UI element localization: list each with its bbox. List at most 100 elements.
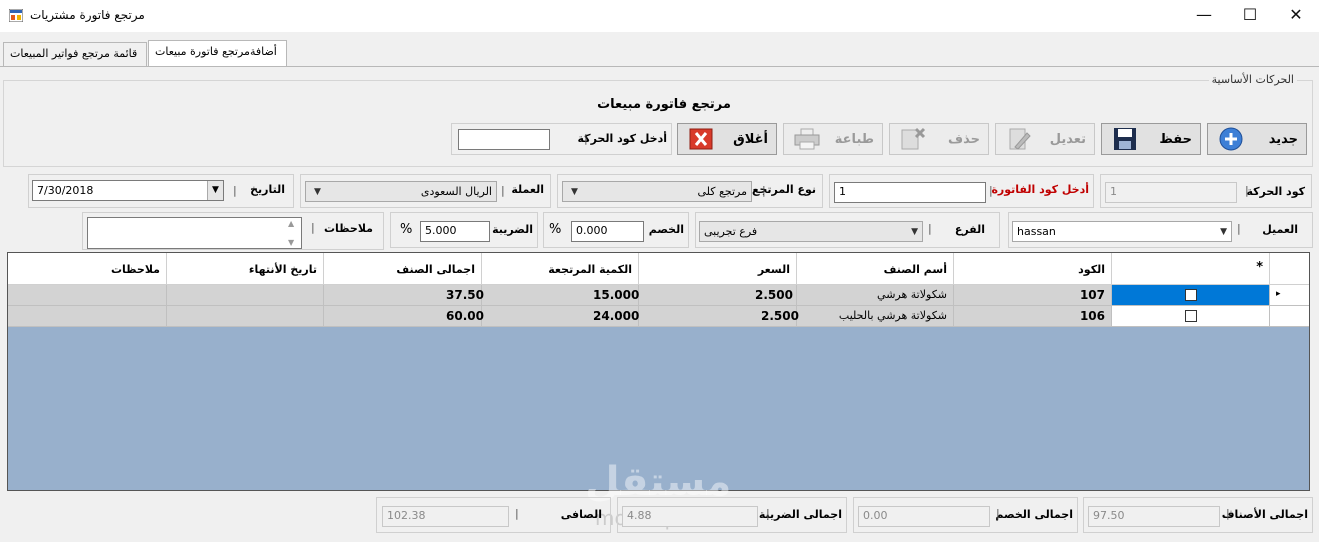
customer-label: العميل (1262, 223, 1298, 236)
save-button[interactable]: حفظ (1101, 123, 1201, 155)
column-header-price[interactable]: السعر (639, 253, 797, 285)
branch-select[interactable]: فرع تجريبى ▼ (699, 221, 923, 242)
return-type-select[interactable]: ▼ مرتجع كلى (562, 181, 752, 202)
net-total-field: 102.38 (382, 506, 509, 527)
invoice-code-label: أدخل كود الفاتورة (991, 183, 1089, 196)
table-row-checkbox-cell[interactable] (1112, 285, 1270, 306)
close-form-button[interactable]: أغلاق (677, 123, 777, 155)
notes-textarea[interactable] (87, 217, 302, 249)
separator: | (762, 184, 766, 197)
currency-panel: العملة | ▼ الريال السعودى (300, 174, 551, 208)
cell-returned-qty[interactable]: 15.000 (482, 285, 639, 306)
cell-returned-qty-value: 15.000 (593, 288, 640, 302)
invoice-code-panel: أدخل كود الفاتورة | 1 (829, 174, 1094, 208)
calendar-dropdown-icon[interactable]: ▼ (207, 181, 223, 200)
return-type-value: مرتجع كلى (697, 185, 747, 198)
notes-panel: ملاحظات | ▲ ▼ (82, 212, 384, 250)
column-header-returned-qty[interactable]: الكمية المرتجعة (482, 253, 639, 285)
tax-total-field: 4.88 (622, 506, 758, 527)
new-button-label: جديد (1268, 131, 1298, 147)
branch-label: الفرع (954, 223, 985, 236)
app-window: مرتجع فاتورة مشتريات — ☐ ✕ قائمة مرتجع ف… (0, 0, 1319, 542)
maximize-button[interactable]: ☐ (1227, 0, 1273, 32)
separator: | (928, 222, 932, 235)
discount-total-label: اجمالى الخصم (995, 508, 1073, 521)
cell-price[interactable]: 2.500 (639, 306, 799, 327)
chevron-down-icon: ▼ (1220, 226, 1227, 237)
column-header-expiry-date[interactable]: تاريخ الأنتهاء (167, 253, 324, 285)
currency-select[interactable]: ▼ الريال السعودى (305, 181, 497, 202)
cell-returned-qty[interactable]: 24.000 (482, 306, 639, 327)
separator: | (515, 507, 519, 520)
title-bar: مرتجع فاتورة مشتريات — ☐ ✕ (0, 0, 1319, 32)
plus-icon (1216, 127, 1246, 151)
column-header-notes[interactable]: ملاحظات (8, 253, 167, 285)
print-button-label: طباعة (834, 131, 874, 147)
delete-button[interactable]: حذف (889, 123, 989, 155)
table-row-checkbox-cell[interactable] (1112, 306, 1270, 327)
cell-item-name[interactable]: شكولاتة هرشي بالحليب (797, 306, 954, 327)
tax-total-panel: اجمالى الضريبة | 4.88 (617, 497, 847, 533)
cell-code[interactable]: 107 (954, 285, 1112, 306)
separator: | (501, 184, 505, 197)
discount-input[interactable]: 0.000 (571, 221, 644, 242)
movement-code-field: 1 (1105, 182, 1237, 203)
customer-panel: العميل | hassan ▼ (1008, 212, 1313, 248)
separator: | (1226, 507, 1230, 520)
form-title: مرتجع فاتورة مبيعات (597, 97, 731, 112)
column-header-code[interactable]: الكود (954, 253, 1112, 285)
date-picker[interactable]: 7/30/2018 ▼ (32, 180, 224, 201)
close-window-button[interactable]: ✕ (1273, 0, 1319, 32)
date-label: التاريخ (250, 183, 285, 196)
movement-code-panel: كود الحركة | 1 (1100, 174, 1312, 208)
cell-item-name[interactable]: شكولاتة هرشي (797, 285, 954, 306)
new-button[interactable]: جديد (1207, 123, 1307, 155)
tax-input[interactable]: 5.000 (420, 221, 490, 242)
cell-code[interactable]: 106 (954, 306, 1112, 327)
edit-button[interactable]: تعديل (995, 123, 1095, 155)
cell-item-total[interactable]: 37.50 (324, 285, 484, 306)
discount-panel: الخصم % 0.000 (543, 212, 689, 248)
minimize-button[interactable]: — (1181, 0, 1227, 32)
row-header[interactable] (1270, 306, 1309, 327)
tab-return-invoices-list[interactable]: قائمة مرتجع فواتير المبيعات (3, 42, 147, 66)
separator: | (233, 184, 237, 197)
tab-add-return-invoice[interactable]: أضافةمرتجع فاتورة مبيعات (148, 40, 287, 67)
scroll-down-icon[interactable]: ▼ (288, 238, 294, 247)
cell-price-value: 2.500 (755, 288, 793, 302)
tab-strip: قائمة مرتجع فواتير المبيعات أضافةمرتجع ف… (0, 32, 1319, 68)
close-icon: ✕ (1289, 5, 1303, 24)
current-row-indicator[interactable]: ▸ (1270, 285, 1309, 306)
scroll-up-icon[interactable]: ▲ (288, 219, 294, 228)
row-checkbox[interactable] (1184, 310, 1197, 322)
cell-expiry-date[interactable] (167, 306, 324, 327)
cell-notes[interactable] (8, 285, 167, 306)
cell-expiry-date[interactable] (167, 285, 324, 306)
group-legend: الحركات الأساسية (1208, 73, 1297, 86)
currency-label: العملة (511, 183, 544, 196)
cell-item-total[interactable]: 60.00 (324, 306, 484, 327)
currency-value: الريال السعودى (420, 185, 492, 198)
maximize-icon: ☐ (1242, 5, 1258, 24)
print-button[interactable]: طباعة (783, 123, 883, 155)
delete-button-label: حذف (948, 131, 980, 147)
customer-select[interactable]: hassan ▼ (1012, 221, 1232, 242)
close-x-icon (686, 127, 716, 151)
cell-notes[interactable] (8, 306, 167, 327)
cell-price[interactable]: 2.500 (639, 285, 797, 306)
column-header-item-total[interactable]: اجمالى الصنف (324, 253, 482, 285)
cell-returned-qty-value: 24.000 (593, 309, 640, 323)
separator: | (989, 184, 993, 197)
enter-code-label: أدخل كود الحركة (577, 132, 668, 145)
percent-sign: % (400, 222, 413, 237)
basic-movements-group: الحركات الأساسية مرتجع فاتورة مبيعات جدي… (3, 73, 1313, 167)
delete-icon (898, 127, 928, 151)
row-checkbox[interactable] (1184, 289, 1197, 301)
column-header-item-name[interactable]: أسم الصنف (797, 253, 954, 285)
invoice-code-input[interactable]: 1 (834, 182, 986, 203)
customer-value: hassan (1017, 225, 1056, 238)
movement-code-search-input[interactable] (458, 129, 550, 150)
tax-total-label: اجمالى الضريبة (758, 508, 842, 521)
separator: | (1237, 222, 1241, 235)
branch-panel: الفرع | فرع تجريبى ▼ (695, 212, 1000, 248)
